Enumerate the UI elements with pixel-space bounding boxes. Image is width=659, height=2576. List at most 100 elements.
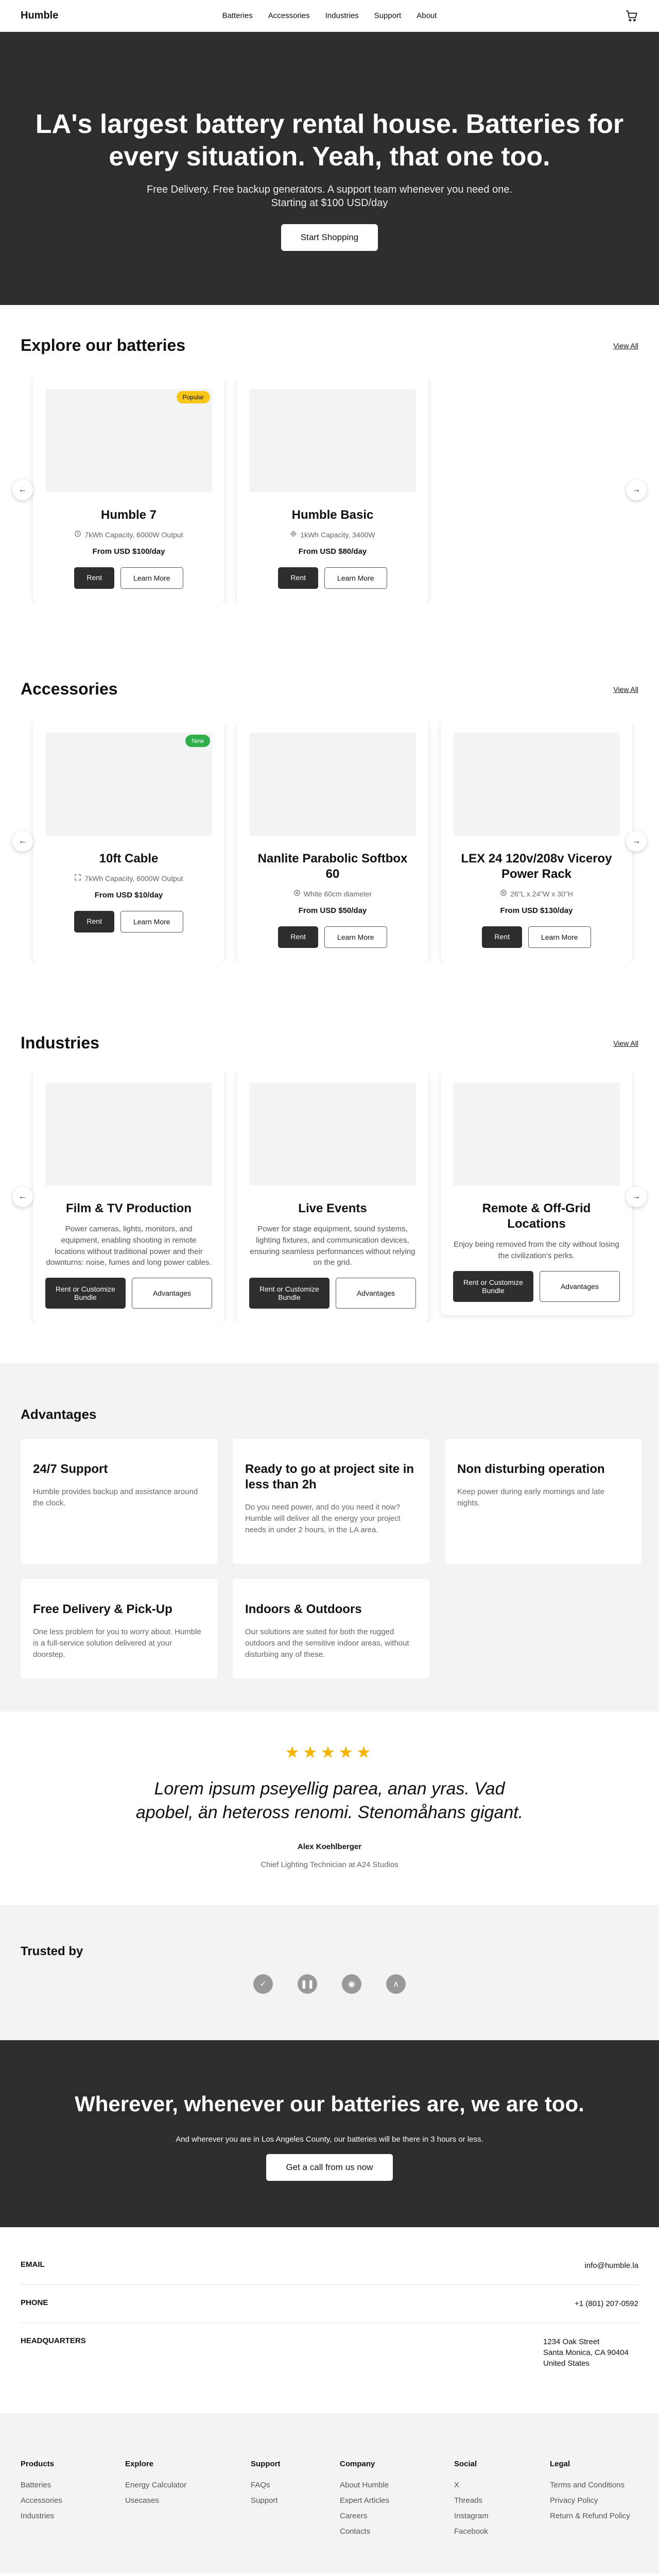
advantage-card: Non disturbing operation Keep power duri… xyxy=(445,1439,641,1564)
footer-link[interactable]: FAQs xyxy=(251,2481,340,2489)
contact-row-phone: PHONE +1 (801) 207-0592 xyxy=(21,2285,638,2324)
footer-link[interactable]: Terms and Conditions xyxy=(550,2481,630,2489)
learn-more-button[interactable]: Learn More xyxy=(120,911,183,933)
footer-link-facebook[interactable]: Facebook xyxy=(454,2527,550,2536)
view-all-link[interactable]: View All xyxy=(613,1039,638,1047)
footer-column-title: Social xyxy=(454,2460,477,2469)
contact-row-email: EMAIL info@humble.la xyxy=(21,2260,638,2285)
testimonial-quote: Lorem ipsum pseyellig parea, anan yras. … xyxy=(135,1779,524,1823)
product-price: From USD $80/day xyxy=(298,547,367,556)
advantage-text: Do you need power, and do you need it no… xyxy=(245,1503,401,1534)
rent-customize-button[interactable]: Rent or Customize Bundle xyxy=(249,1278,330,1309)
arrow-left-icon[interactable]: ← xyxy=(12,831,33,852)
footer-column-title: Products xyxy=(21,2460,55,2469)
logo[interactable]: Humble xyxy=(21,10,58,22)
accessories-section: Accessories View All ← New 10ft Cable 7k… xyxy=(0,602,659,961)
footer-link[interactable]: Expert Articles xyxy=(340,2496,454,2505)
nav-link-about[interactable]: About xyxy=(417,11,437,20)
phone-link[interactable]: +1 (801) 207-0592 xyxy=(575,2298,638,2309)
industry-card[interactable]: Remote & Off-Grid Locations Enjoy being … xyxy=(441,1071,632,1315)
advantage-card: Indoors & Outdoors Our solutions are sui… xyxy=(233,1579,429,1679)
section-title: Accessories xyxy=(21,680,118,698)
advantage-title: Indoors & Outdoors xyxy=(245,1602,362,1616)
nav-link-accessories[interactable]: Accessories xyxy=(268,11,310,20)
spec-text: 1kWh Capacity, 3400W xyxy=(300,530,375,539)
learn-more-button[interactable]: Learn More xyxy=(324,567,387,589)
advantage-card: 24/7 Support Humble provides backup and … xyxy=(21,1439,217,1564)
industry-name: Live Events xyxy=(298,1201,367,1215)
advantage-title: Non disturbing operation xyxy=(457,1462,605,1476)
learn-more-button[interactable]: Learn More xyxy=(324,926,387,948)
footer-link[interactable]: Batteries xyxy=(21,2481,125,2489)
product-card[interactable]: Nanlite Parabolic Softbox 60 White 60cm … xyxy=(237,721,428,961)
footer-link[interactable]: Careers xyxy=(340,2512,454,2520)
star-rating-icon: ★★★★★ xyxy=(285,1743,374,1762)
rent-button[interactable]: Rent xyxy=(74,567,114,589)
rent-button[interactable]: Rent xyxy=(278,926,318,948)
footer-link-threads[interactable]: Threads xyxy=(454,2496,550,2505)
product-price: From USD $50/day xyxy=(298,906,367,915)
footer-link[interactable]: Contacts xyxy=(340,2527,454,2536)
advantage-text: Humble provides backup and assistance ar… xyxy=(33,1487,198,1507)
footer-column-title: Support xyxy=(251,2460,281,2469)
section-title: Explore our batteries xyxy=(21,336,186,354)
product-card[interactable]: LEX 24 120v/208v Viceroy Power Rack 26"L… xyxy=(441,721,632,961)
arrow-left-icon[interactable]: ← xyxy=(12,480,33,500)
product-price: From USD $100/day xyxy=(92,547,165,556)
rent-customize-button[interactable]: Rent or Customize Bundle xyxy=(453,1270,533,1302)
advantage-card: Ready to go at project site in less than… xyxy=(233,1439,429,1564)
industry-card[interactable]: Live Events Power for stage equipment, s… xyxy=(237,1071,428,1322)
arrow-right-icon[interactable]: → xyxy=(626,831,647,852)
product-card[interactable]: Humble Basic 1kWh Capacity, 3400W From U… xyxy=(237,378,428,602)
get-call-button[interactable]: Get a call from us now xyxy=(266,2154,393,2181)
footer-link[interactable]: Energy Calculator xyxy=(125,2481,251,2489)
footer-link[interactable]: About Humble xyxy=(340,2481,454,2489)
expand-icon xyxy=(74,874,81,883)
advantages-button[interactable]: Advantages xyxy=(131,1278,212,1309)
advantages-button[interactable]: Advantages xyxy=(539,1270,620,1302)
footer-link[interactable]: Privacy Policy xyxy=(550,2496,630,2505)
target-icon xyxy=(293,889,301,898)
footer-link-instagram[interactable]: Instagram xyxy=(454,2512,550,2520)
advantages-button[interactable]: Advantages xyxy=(335,1278,416,1309)
view-all-link[interactable]: View All xyxy=(613,342,638,350)
footer-link[interactable]: Support xyxy=(251,2496,340,2505)
advantage-card: Free Delivery & Pick-Up One less problem… xyxy=(21,1579,217,1679)
footer-link[interactable]: Industries xyxy=(21,2512,125,2520)
address-line: Santa Monica, CA 90404 xyxy=(543,2348,629,2358)
arrow-right-icon[interactable]: → xyxy=(626,1186,647,1207)
footer-link[interactable]: Usecases xyxy=(125,2496,251,2505)
product-price: From USD $130/day xyxy=(500,906,573,915)
cart-icon[interactable] xyxy=(625,9,638,23)
learn-more-button[interactable]: Learn More xyxy=(528,926,591,948)
arrow-left-icon[interactable]: ← xyxy=(12,1186,33,1207)
email-link[interactable]: info@humble.la xyxy=(585,2260,638,2271)
view-all-link[interactable]: View All xyxy=(613,685,638,693)
spec-text: 7kWh Capacity, 6000W Output xyxy=(84,874,183,883)
footer-link-x[interactable]: X xyxy=(454,2481,550,2489)
industry-description: Power cameras, lights, monitors, and equ… xyxy=(46,1225,212,1267)
learn-more-button[interactable]: Learn More xyxy=(120,567,183,589)
new-badge: New xyxy=(185,735,210,747)
rent-button[interactable]: Rent xyxy=(74,911,114,933)
product-card[interactable]: New 10ft Cable 7kWh Capacity, 6000W Outp… xyxy=(33,721,224,961)
industry-card[interactable]: Film & TV Production Power cameras, ligh… xyxy=(33,1071,224,1322)
footer-column-company: Company About Humble Expert Articles Car… xyxy=(340,2460,454,2543)
nav-link-batteries[interactable]: Batteries xyxy=(222,11,253,20)
rent-button[interactable]: Rent xyxy=(278,567,318,589)
contact-row-hq: HEADQUARTERS 1234 Oak Street Santa Monic… xyxy=(21,2323,638,2382)
product-card[interactable]: Popular Humble 7 7kWh Capacity, 6000W Ou… xyxy=(33,378,224,602)
footer-link[interactable]: Accessories xyxy=(21,2496,125,2505)
rent-button[interactable]: Rent xyxy=(482,926,522,948)
footer-column-title: Explore xyxy=(125,2460,154,2469)
arrow-right-icon[interactable]: → xyxy=(626,480,647,500)
rent-customize-button[interactable]: Rent or Customize Bundle xyxy=(45,1278,126,1309)
hero-subtitle-line-2: Starting at $100 USD/day xyxy=(271,197,388,209)
contact-label: HEADQUARTERS xyxy=(21,2336,86,2346)
product-spec: 7kWh Capacity, 6000W Output xyxy=(45,530,212,539)
footer-link[interactable]: Return & Refund Policy xyxy=(550,2512,630,2520)
product-image xyxy=(45,733,212,836)
nav-link-industries[interactable]: Industries xyxy=(325,11,359,20)
start-shopping-button[interactable]: Start Shopping xyxy=(281,224,378,251)
nav-link-support[interactable]: Support xyxy=(374,11,402,20)
